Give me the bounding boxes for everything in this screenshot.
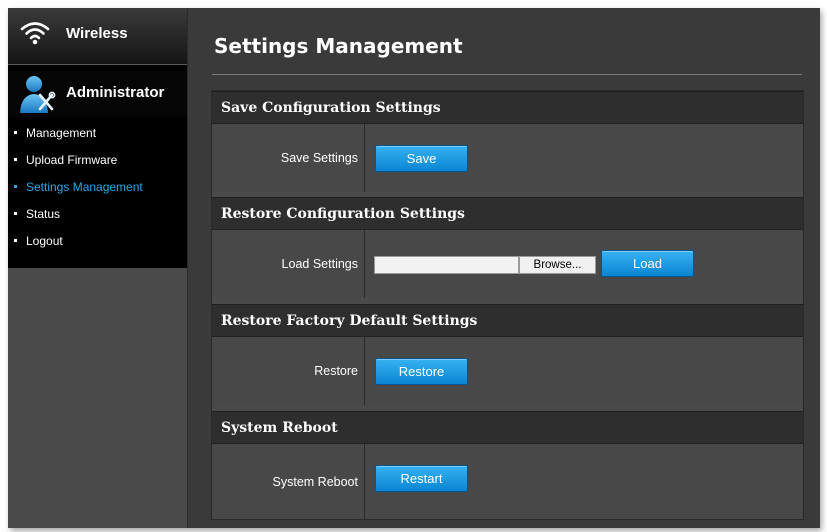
sidebar-item-upload-firmware[interactable]: Upload Firmware	[8, 149, 187, 176]
section-header-save-configuration: Save Configuration Settings	[212, 91, 803, 124]
section-title: Save Configuration Settings	[221, 100, 441, 116]
page-title: Settings Management	[214, 34, 463, 58]
sidebar: Wireless Administrator Management Upload…	[8, 8, 188, 528]
section-title: Restore Factory Default Settings	[221, 313, 478, 329]
row-save-settings: Save Settings Save	[212, 124, 803, 192]
label-cell: Restore	[212, 337, 365, 405]
load-settings-label: Load Settings	[281, 257, 358, 271]
nav-administrator[interactable]: Administrator	[8, 71, 187, 117]
title-divider	[212, 74, 802, 75]
sidebar-nav: Wireless Administrator Management Upload…	[8, 8, 187, 268]
save-settings-label: Save Settings	[280, 151, 358, 165]
nav-administrator-label: Administrator	[66, 84, 165, 101]
main-content: Settings Management Save Configuration S…	[188, 8, 820, 528]
save-button[interactable]: Save	[375, 145, 468, 172]
restore-label: Restore	[314, 364, 358, 378]
section-title: System Reboot	[221, 420, 338, 436]
label-cell: System Reboot	[212, 444, 365, 519]
sidebar-item-logout[interactable]: Logout	[8, 230, 187, 257]
nav-wireless[interactable]: Wireless	[8, 8, 187, 65]
admin-submenu: Management Upload Firmware Settings Mana…	[8, 122, 187, 257]
router-admin-window: Wireless Administrator Management Upload…	[8, 8, 820, 528]
label-cell: Load Settings	[212, 230, 365, 298]
sidebar-item-status[interactable]: Status	[8, 203, 187, 230]
row-load-settings: Load Settings Browse... Load	[212, 230, 803, 298]
restart-button[interactable]: Restart	[375, 465, 468, 492]
sidebar-item-management[interactable]: Management	[8, 122, 187, 149]
row-restore: Restore Restore	[212, 337, 803, 405]
file-path-field[interactable]	[374, 256, 519, 274]
label-cell: Save Settings	[212, 124, 365, 192]
section-header-restore-factory-default: Restore Factory Default Settings	[212, 304, 803, 337]
admin-tools-icon	[20, 76, 56, 113]
browse-button[interactable]: Browse...	[519, 256, 596, 274]
load-button[interactable]: Load	[601, 250, 694, 277]
nav-wireless-label: Wireless	[66, 25, 128, 42]
restore-button[interactable]: Restore	[375, 358, 468, 385]
row-system-reboot: System Reboot Restart	[212, 444, 803, 519]
system-reboot-label: System Reboot	[272, 474, 358, 489]
section-title: Restore Configuration Settings	[221, 206, 465, 222]
wifi-icon	[20, 22, 50, 45]
settings-panel: Save Configuration Settings Save Setting…	[211, 90, 804, 520]
section-header-system-reboot: System Reboot	[212, 411, 803, 444]
sidebar-item-settings-management[interactable]: Settings Management	[8, 176, 187, 203]
section-header-restore-configuration: Restore Configuration Settings	[212, 197, 803, 230]
